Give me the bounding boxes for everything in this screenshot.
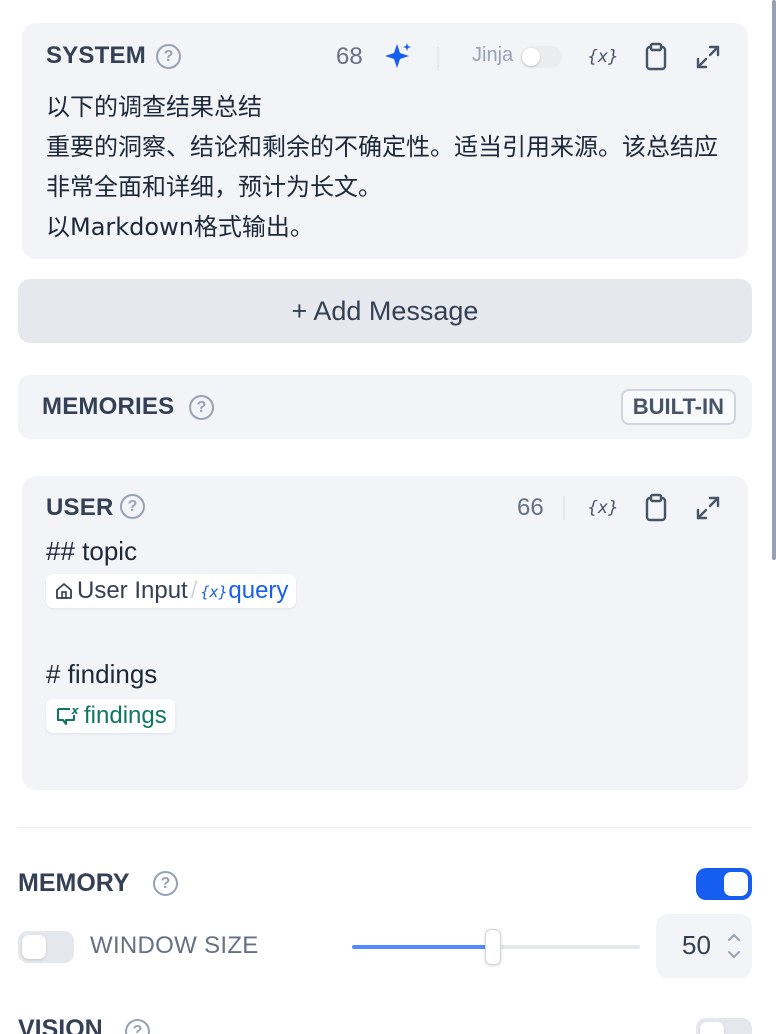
jinja-toggle[interactable] bbox=[520, 46, 562, 68]
findings-variable-chip[interactable]: x findings bbox=[46, 699, 175, 733]
user-text-findings[interactable]: # findings bbox=[46, 659, 157, 690]
window-size-input[interactable]: 50 bbox=[656, 914, 752, 978]
svg-text:{x}: {x} bbox=[201, 583, 228, 601]
expand-icon[interactable] bbox=[693, 493, 723, 523]
chip-var-label: findings bbox=[84, 702, 167, 729]
variable-icon[interactable]: {x} bbox=[588, 41, 618, 71]
slider-fill bbox=[352, 945, 493, 949]
question-circle-icon[interactable]: ? bbox=[189, 395, 214, 420]
svg-text:{x}: {x} bbox=[588, 498, 618, 518]
svg-text:{x}: {x} bbox=[588, 47, 618, 67]
chip-source-label: User Input bbox=[77, 577, 188, 604]
token-count: 66 bbox=[517, 494, 544, 521]
add-message-button[interactable]: + Add Message bbox=[18, 279, 752, 343]
section-divider bbox=[18, 827, 752, 828]
home-icon bbox=[56, 583, 72, 599]
toolbar-divider bbox=[437, 47, 439, 71]
question-circle-icon[interactable]: ? bbox=[156, 44, 181, 69]
chip-separator: / bbox=[190, 577, 198, 604]
memory-toggle[interactable] bbox=[696, 868, 752, 900]
built-in-badge: BUILT-IN bbox=[620, 389, 736, 425]
question-circle-icon[interactable]: ? bbox=[153, 871, 178, 896]
scrollbar[interactable] bbox=[772, 0, 776, 560]
vision-title: VISION bbox=[18, 1015, 103, 1034]
jinja-label: Jinja bbox=[472, 44, 514, 66]
system-prompt-card: SYSTEM ? 68 Jinja {x} 以下的调查结果总结 重要的洞察、结论… bbox=[22, 23, 748, 259]
user-title: USER bbox=[46, 494, 114, 521]
slider-thumb[interactable] bbox=[485, 929, 501, 965]
sparkle-icon[interactable] bbox=[383, 41, 413, 71]
clipboard-icon[interactable] bbox=[641, 42, 671, 72]
window-size-label: WINDOW SIZE bbox=[90, 932, 259, 959]
memories-title: MEMORIES bbox=[42, 393, 175, 420]
svg-text:x: x bbox=[70, 704, 79, 717]
memory-title: MEMORY bbox=[18, 869, 130, 897]
question-circle-icon[interactable]: ? bbox=[120, 494, 145, 519]
conversation-variable-icon: x bbox=[57, 704, 79, 725]
variable-icon[interactable]: {x} bbox=[588, 492, 618, 522]
user-text-topic[interactable]: ## topic bbox=[46, 536, 137, 567]
stepper-arrows-icon[interactable] bbox=[724, 926, 744, 966]
expand-icon[interactable] bbox=[693, 42, 723, 72]
user-prompt-card: USER ? 66 {x} ## topic User Input / {x} … bbox=[22, 476, 748, 790]
system-title: SYSTEM bbox=[46, 42, 146, 69]
window-size-toggle[interactable] bbox=[18, 931, 74, 963]
window-size-value: 50 bbox=[682, 930, 711, 960]
user-input-variable-chip[interactable]: User Input / {x} query bbox=[46, 574, 297, 608]
system-prompt-text[interactable]: 以下的调查结果总结 重要的洞察、结论和剩余的不确定性。适当引用来源。该总结应非常… bbox=[46, 87, 736, 247]
memories-card: MEMORIES ? BUILT-IN bbox=[18, 375, 752, 439]
chip-var-label: query bbox=[228, 577, 289, 604]
toolbar-divider bbox=[563, 496, 565, 520]
variable-icon: {x} bbox=[201, 583, 228, 601]
window-size-slider[interactable] bbox=[352, 929, 640, 965]
clipboard-icon[interactable] bbox=[641, 493, 671, 523]
question-circle-icon[interactable]: ? bbox=[125, 1019, 150, 1034]
token-count: 68 bbox=[336, 43, 363, 70]
vision-toggle[interactable] bbox=[696, 1018, 752, 1034]
